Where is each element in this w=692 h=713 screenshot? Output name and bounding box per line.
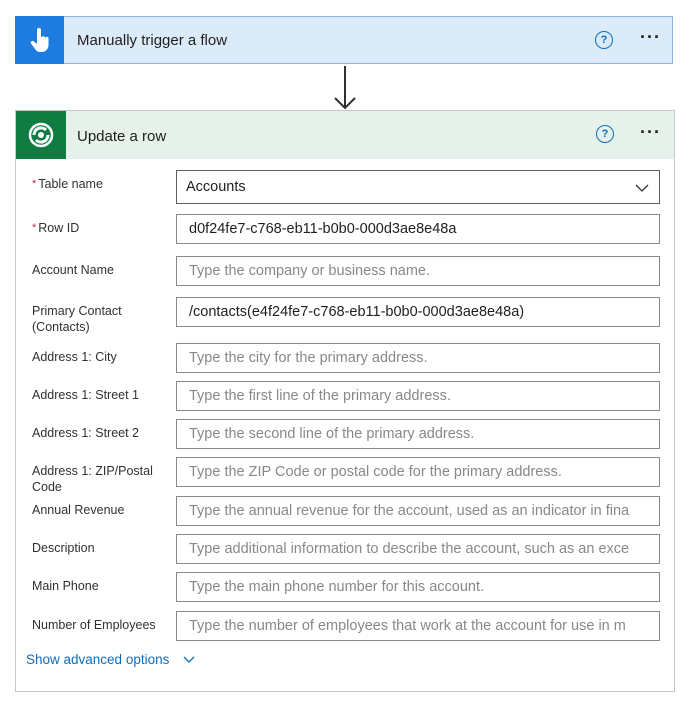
label-text: Row ID [38, 221, 80, 235]
table-name-value: Accounts [186, 179, 246, 195]
phone-input[interactable]: Type the main phone number for this acco… [176, 572, 660, 602]
city-label: Address 1: City [32, 350, 117, 364]
row-id-input[interactable]: d0f24fe7-c768-eb11-b0b0-000d3ae8e48a [176, 214, 660, 244]
zip-input[interactable]: Type the ZIP Code or postal code for the… [176, 457, 660, 487]
label-text: Table name [38, 177, 103, 191]
primary-contact-input[interactable]: /contacts(e4f24fe7-c768-eb11-b0b0-000d3a… [176, 297, 660, 327]
trigger-card[interactable]: Manually trigger a flow ? ··· [15, 16, 673, 64]
zip-label: Address 1: ZIP/Postal Code [32, 464, 153, 494]
card-header[interactable]: Update a row ? ··· [16, 111, 674, 159]
required-mark: * [32, 222, 37, 234]
employees-input[interactable]: Type the number of employees that work a… [176, 611, 660, 641]
more-options-icon[interactable]: ··· [640, 122, 661, 143]
description-input[interactable]: Type additional information to describe … [176, 534, 660, 564]
row-id-label: * Row ID [32, 220, 172, 236]
employees-label: Number of Employees [32, 618, 156, 632]
revenue-input[interactable]: Type the annual revenue for the account,… [176, 496, 660, 526]
required-mark: * [32, 178, 37, 190]
dataverse-icon [16, 111, 66, 159]
table-name-label: * Table name [32, 176, 172, 192]
street2-input[interactable]: Type the second line of the primary addr… [176, 419, 660, 449]
street1-input[interactable]: Type the first line of the primary addre… [176, 381, 660, 411]
description-label: Description [32, 541, 95, 555]
street1-label: Address 1: Street 1 [32, 388, 140, 402]
help-icon[interactable]: ? [596, 125, 614, 143]
help-icon[interactable]: ? [595, 31, 613, 49]
account-name-label: Account Name [32, 263, 114, 277]
revenue-label: Annual Revenue [32, 503, 125, 517]
arrow-down-icon [334, 66, 356, 110]
show-advanced-options-link[interactable]: Show advanced options [26, 652, 195, 667]
hand-tap-icon [15, 16, 64, 64]
account-name-input[interactable]: Type the company or business name. [176, 256, 660, 286]
chevron-down-icon [635, 184, 649, 192]
trigger-title: Manually trigger a flow [77, 32, 228, 49]
advanced-label: Show advanced options [26, 652, 170, 667]
city-input[interactable]: Type the city for the primary address. [176, 343, 660, 373]
more-options-icon[interactable]: ··· [640, 27, 661, 48]
action-title: Update a row [77, 128, 167, 145]
table-name-dropdown[interactable]: Accounts [176, 170, 660, 204]
primary-contact-label: Primary Contact (Contacts) [32, 304, 122, 334]
update-row-card: Update a row ? ··· * Table name Accounts … [15, 110, 675, 692]
street2-label: Address 1: Street 2 [32, 426, 140, 440]
chevron-down-icon [183, 656, 195, 664]
phone-label: Main Phone [32, 579, 99, 593]
